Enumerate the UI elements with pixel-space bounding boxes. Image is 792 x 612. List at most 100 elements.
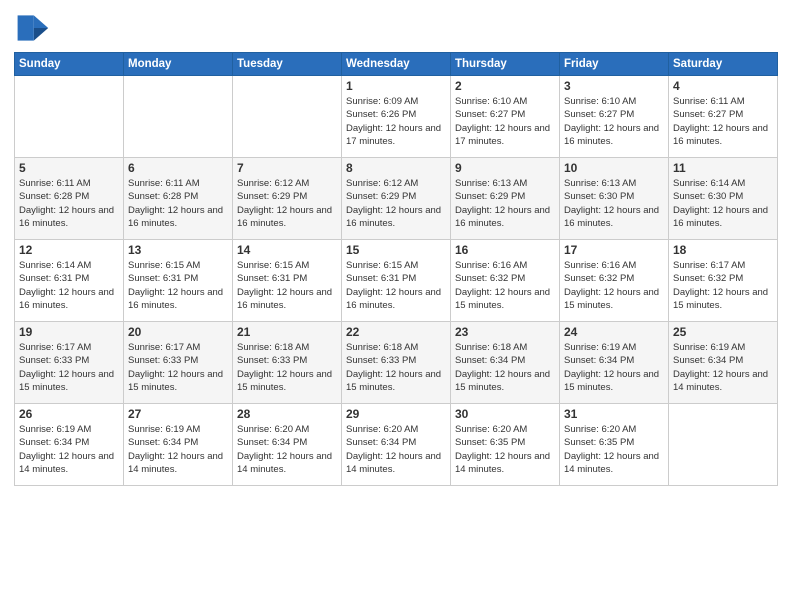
day-number: 20 (128, 325, 228, 339)
day-info: Sunrise: 6:19 AM Sunset: 6:34 PM Dayligh… (19, 423, 119, 476)
weekday-header-sunday: Sunday (15, 53, 124, 76)
day-number: 13 (128, 243, 228, 257)
week-row-2: 5 Sunrise: 6:11 AM Sunset: 6:28 PM Daylig… (15, 158, 778, 240)
day-info: Sunrise: 6:11 AM Sunset: 6:27 PM Dayligh… (673, 95, 773, 148)
day-number: 22 (346, 325, 446, 339)
day-info: Sunrise: 6:19 AM Sunset: 6:34 PM Dayligh… (128, 423, 228, 476)
day-number: 7 (237, 161, 337, 175)
day-number: 21 (237, 325, 337, 339)
day-number: 11 (673, 161, 773, 175)
day-info: Sunrise: 6:13 AM Sunset: 6:29 PM Dayligh… (455, 177, 555, 230)
calendar-cell: 21 Sunrise: 6:18 AM Sunset: 6:33 PM Dayli… (233, 322, 342, 404)
day-info: Sunrise: 6:20 AM Sunset: 6:34 PM Dayligh… (237, 423, 337, 476)
calendar-cell: 22 Sunrise: 6:18 AM Sunset: 6:33 PM Dayli… (342, 322, 451, 404)
day-number: 27 (128, 407, 228, 421)
calendar-cell: 14Sunrise: 6:15 AM Sunset: 6:31 PM Dayli… (233, 240, 342, 322)
week-row-4: 19Sunrise: 6:17 AM Sunset: 6:33 PM Dayli… (15, 322, 778, 404)
page: SundayMondayTuesdayWednesdayThursdayFrid… (0, 0, 792, 612)
calendar-cell: 5 Sunrise: 6:11 AM Sunset: 6:28 PM Daylig… (15, 158, 124, 240)
day-info: Sunrise: 6:16 AM Sunset: 6:32 PM Dayligh… (564, 259, 664, 312)
calendar-cell: 16 Sunrise: 6:16 AM Sunset: 6:32 PM Dayli… (451, 240, 560, 322)
weekday-header-thursday: Thursday (451, 53, 560, 76)
day-info: Sunrise: 6:19 AM Sunset: 6:34 PM Dayligh… (564, 341, 664, 394)
day-info: Sunrise: 6:19 AM Sunset: 6:34 PM Dayligh… (673, 341, 773, 394)
day-number: 15 (346, 243, 446, 257)
calendar-table: SundayMondayTuesdayWednesdayThursdayFrid… (14, 52, 778, 486)
day-info: Sunrise: 6:13 AM Sunset: 6:30 PM Dayligh… (564, 177, 664, 230)
day-info: Sunrise: 6:20 AM Sunset: 6:34 PM Dayligh… (346, 423, 446, 476)
weekday-header-row: SundayMondayTuesdayWednesdayThursdayFrid… (15, 53, 778, 76)
day-info: Sunrise: 6:12 AM Sunset: 6:29 PM Dayligh… (237, 177, 337, 230)
day-number: 26 (19, 407, 119, 421)
calendar-cell: 31 Sunrise: 6:20 AM Sunset: 6:35 PM Dayli… (560, 404, 669, 486)
calendar-cell (669, 404, 778, 486)
day-number: 12 (19, 243, 119, 257)
calendar-cell (15, 76, 124, 158)
weekday-header-tuesday: Tuesday (233, 53, 342, 76)
logo-icon (14, 10, 50, 46)
calendar-cell: 30 Sunrise: 6:20 AM Sunset: 6:35 PM Dayli… (451, 404, 560, 486)
day-info: Sunrise: 6:11 AM Sunset: 6:28 PM Dayligh… (19, 177, 119, 230)
day-info: Sunrise: 6:20 AM Sunset: 6:35 PM Dayligh… (564, 423, 664, 476)
day-number: 2 (455, 79, 555, 93)
weekday-header-friday: Friday (560, 53, 669, 76)
day-number: 28 (237, 407, 337, 421)
weekday-header-monday: Monday (124, 53, 233, 76)
day-number: 25 (673, 325, 773, 339)
calendar-cell: 12 Sunrise: 6:14 AM Sunset: 6:31 PM Dayli… (15, 240, 124, 322)
day-number: 4 (673, 79, 773, 93)
header (14, 10, 778, 46)
calendar-cell: 20Sunrise: 6:17 AM Sunset: 6:33 PM Dayli… (124, 322, 233, 404)
day-info: Sunrise: 6:15 AM Sunset: 6:31 PM Dayligh… (237, 259, 337, 312)
calendar-cell: 8Sunrise: 6:12 AM Sunset: 6:29 PM Daylig… (342, 158, 451, 240)
day-number: 18 (673, 243, 773, 257)
day-number: 1 (346, 79, 446, 93)
day-number: 10 (564, 161, 664, 175)
day-number: 23 (455, 325, 555, 339)
calendar-cell: 7 Sunrise: 6:12 AM Sunset: 6:29 PM Daylig… (233, 158, 342, 240)
day-number: 5 (19, 161, 119, 175)
day-info: Sunrise: 6:15 AM Sunset: 6:31 PM Dayligh… (128, 259, 228, 312)
day-info: Sunrise: 6:09 AM Sunset: 6:26 PM Dayligh… (346, 95, 446, 148)
day-info: Sunrise: 6:14 AM Sunset: 6:30 PM Dayligh… (673, 177, 773, 230)
day-info: Sunrise: 6:14 AM Sunset: 6:31 PM Dayligh… (19, 259, 119, 312)
calendar-cell: 11 Sunrise: 6:14 AM Sunset: 6:30 PM Dayli… (669, 158, 778, 240)
day-number: 19 (19, 325, 119, 339)
day-number: 6 (128, 161, 228, 175)
day-info: Sunrise: 6:18 AM Sunset: 6:33 PM Dayligh… (237, 341, 337, 394)
calendar-cell: 3 Sunrise: 6:10 AM Sunset: 6:27 PM Daylig… (560, 76, 669, 158)
day-info: Sunrise: 6:10 AM Sunset: 6:27 PM Dayligh… (564, 95, 664, 148)
day-number: 29 (346, 407, 446, 421)
week-row-5: 26 Sunrise: 6:19 AM Sunset: 6:34 PM Dayli… (15, 404, 778, 486)
calendar-cell: 6Sunrise: 6:11 AM Sunset: 6:28 PM Daylig… (124, 158, 233, 240)
day-number: 16 (455, 243, 555, 257)
day-number: 9 (455, 161, 555, 175)
calendar-cell: 15Sunrise: 6:15 AM Sunset: 6:31 PM Dayli… (342, 240, 451, 322)
day-number: 8 (346, 161, 446, 175)
calendar-cell: 28 Sunrise: 6:20 AM Sunset: 6:34 PM Dayli… (233, 404, 342, 486)
calendar-cell: 23Sunrise: 6:18 AM Sunset: 6:34 PM Dayli… (451, 322, 560, 404)
day-info: Sunrise: 6:10 AM Sunset: 6:27 PM Dayligh… (455, 95, 555, 148)
calendar-cell: 9 Sunrise: 6:13 AM Sunset: 6:29 PM Daylig… (451, 158, 560, 240)
day-number: 31 (564, 407, 664, 421)
day-info: Sunrise: 6:16 AM Sunset: 6:32 PM Dayligh… (455, 259, 555, 312)
week-row-3: 12 Sunrise: 6:14 AM Sunset: 6:31 PM Dayli… (15, 240, 778, 322)
day-info: Sunrise: 6:18 AM Sunset: 6:33 PM Dayligh… (346, 341, 446, 394)
calendar-cell: 26 Sunrise: 6:19 AM Sunset: 6:34 PM Dayli… (15, 404, 124, 486)
calendar-cell (124, 76, 233, 158)
calendar-cell (233, 76, 342, 158)
calendar-cell: 27 Sunrise: 6:19 AM Sunset: 6:34 PM Dayli… (124, 404, 233, 486)
calendar-cell: 25 Sunrise: 6:19 AM Sunset: 6:34 PM Dayli… (669, 322, 778, 404)
calendar-cell: 4 Sunrise: 6:11 AM Sunset: 6:27 PM Daylig… (669, 76, 778, 158)
calendar-cell: 2 Sunrise: 6:10 AM Sunset: 6:27 PM Daylig… (451, 76, 560, 158)
calendar-cell: 19Sunrise: 6:17 AM Sunset: 6:33 PM Dayli… (15, 322, 124, 404)
day-number: 17 (564, 243, 664, 257)
logo (14, 10, 54, 46)
day-number: 3 (564, 79, 664, 93)
weekday-header-saturday: Saturday (669, 53, 778, 76)
calendar-cell: 17 Sunrise: 6:16 AM Sunset: 6:32 PM Dayli… (560, 240, 669, 322)
day-number: 30 (455, 407, 555, 421)
calendar-cell: 1 Sunrise: 6:09 AM Sunset: 6:26 PM Daylig… (342, 76, 451, 158)
day-info: Sunrise: 6:20 AM Sunset: 6:35 PM Dayligh… (455, 423, 555, 476)
calendar-cell: 18Sunrise: 6:17 AM Sunset: 6:32 PM Dayli… (669, 240, 778, 322)
